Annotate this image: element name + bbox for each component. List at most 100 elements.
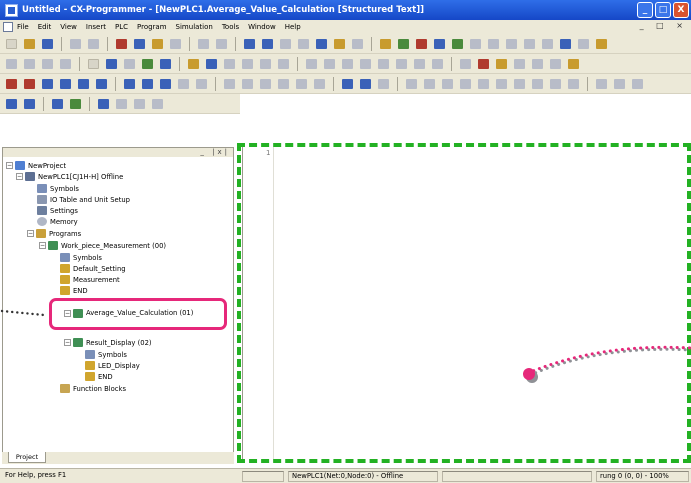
diagram-tool-icon[interactable] <box>530 77 545 91</box>
transfer-from-plc-icon[interactable] <box>468 37 483 51</box>
uncomment-icon[interactable] <box>68 97 83 111</box>
paste-icon[interactable] <box>150 37 165 51</box>
online-simulator-icon[interactable] <box>396 37 411 51</box>
cycle-time-icon[interactable] <box>548 57 563 71</box>
diagram-tool-icon[interactable] <box>422 77 437 91</box>
ladder-nc-contact-icon[interactable] <box>240 57 255 71</box>
nc-coil-icon[interactable] <box>358 57 373 71</box>
maximize-button[interactable]: □ <box>655 2 671 18</box>
line-connect-icon[interactable] <box>412 57 427 71</box>
tree-node-task-work-piece[interactable]: − Work_piece_Measurement (00) <box>39 240 166 251</box>
horizontal-line-icon[interactable] <box>322 57 337 71</box>
collapse-toggle[interactable]: − <box>64 339 71 346</box>
tree-node-programs[interactable]: − Programs <box>27 228 81 239</box>
tree-node-section-led-display[interactable]: LED_Display <box>85 360 140 371</box>
diagram-tool-icon[interactable] <box>158 77 173 91</box>
tree-node-function-blocks[interactable]: Function Blocks <box>60 383 126 394</box>
diagram-tool-icon[interactable] <box>4 77 19 91</box>
menu-program[interactable]: Program <box>137 23 167 31</box>
tree-node-project[interactable]: − NewProject <box>6 160 66 171</box>
next-bookmark-icon[interactable] <box>114 97 129 111</box>
ladder-or-icon[interactable] <box>258 57 273 71</box>
diagram-tool-icon[interactable] <box>176 77 191 91</box>
auto-online-icon[interactable] <box>414 37 429 51</box>
diagram-tool-icon[interactable] <box>476 77 491 91</box>
diagram-tool-icon[interactable] <box>594 77 609 91</box>
show-comments-icon[interactable] <box>104 57 119 71</box>
diagram-tool-icon[interactable] <box>440 77 455 91</box>
set-value-icon[interactable] <box>594 37 609 51</box>
time-chart-icon[interactable] <box>530 57 545 71</box>
debug-mode-icon[interactable] <box>522 37 537 51</box>
bit-icon[interactable] <box>430 57 445 71</box>
extra-tool-icon[interactable] <box>566 57 581 71</box>
transfer-to-plc-icon[interactable] <box>450 37 465 51</box>
data-trace-icon[interactable] <box>512 57 527 71</box>
print-preview-icon[interactable] <box>86 37 101 51</box>
ladder-or-nc-icon[interactable] <box>276 57 291 71</box>
ladder-contact-icon[interactable] <box>222 57 237 71</box>
diagram-tool-icon[interactable] <box>58 77 73 91</box>
menu-help[interactable]: Help <box>285 23 301 31</box>
cut-icon[interactable] <box>114 37 129 51</box>
collapse-toggle[interactable]: − <box>27 230 34 237</box>
help-icon[interactable] <box>332 37 347 51</box>
zoom-fit-icon[interactable] <box>58 57 73 71</box>
document-icon[interactable] <box>3 22 13 32</box>
app-icon[interactable] <box>5 3 18 17</box>
menu-file[interactable]: File <box>17 23 29 31</box>
minimize-button[interactable]: _ <box>637 2 653 18</box>
tree-node-memory[interactable]: Memory <box>37 216 78 227</box>
tree-node-section-default-setting[interactable]: Default_Setting <box>60 263 126 274</box>
tree-node-symbols[interactable]: Symbols <box>37 183 79 194</box>
copy-icon[interactable] <box>132 37 147 51</box>
diagram-tool-icon[interactable] <box>358 77 373 91</box>
open-icon[interactable] <box>22 37 37 51</box>
diagram-tool-icon[interactable] <box>40 77 55 91</box>
tree-node-section-measurement[interactable]: Measurement <box>60 274 120 285</box>
collapse-toggle[interactable]: − <box>6 162 13 169</box>
run-mode-icon[interactable] <box>558 37 573 51</box>
clear-bookmarks-icon[interactable] <box>150 97 165 111</box>
menu-edit[interactable]: Edit <box>38 23 52 31</box>
menu-tools[interactable]: Tools <box>222 23 239 31</box>
diagram-tool-icon[interactable] <box>258 77 273 91</box>
diagram-tool-icon[interactable] <box>612 77 627 91</box>
tree-node-io-table[interactable]: IO Table and Unit Setup <box>37 194 130 205</box>
watch-window-icon[interactable] <box>186 57 201 71</box>
diagram-tool-icon[interactable] <box>404 77 419 91</box>
menu-simulation[interactable]: Simulation <box>176 23 213 31</box>
address-reference-icon[interactable] <box>204 57 219 71</box>
diagram-tool-icon[interactable] <box>566 77 581 91</box>
compare-icon[interactable] <box>486 37 501 51</box>
diagram-tool-icon[interactable] <box>548 77 563 91</box>
diagram-tool-icon[interactable] <box>76 77 91 91</box>
redo-icon[interactable] <box>214 37 229 51</box>
menu-window[interactable]: Window <box>248 23 276 31</box>
workspace-window-controls[interactable]: _ |x| <box>200 148 230 156</box>
diagram-tool-icon[interactable] <box>194 77 209 91</box>
zoom-icon[interactable] <box>4 57 19 71</box>
diagram-tool-icon[interactable] <box>340 77 355 91</box>
undo-icon[interactable] <box>196 37 211 51</box>
bookmark-icon[interactable] <box>96 97 111 111</box>
delete-icon[interactable] <box>168 37 183 51</box>
tree-node-settings[interactable]: Settings <box>37 205 78 216</box>
program-check-icon[interactable] <box>458 57 473 71</box>
force-icon[interactable] <box>576 37 591 51</box>
diagram-tool-icon[interactable] <box>458 77 473 91</box>
close-button[interactable]: X <box>673 2 689 18</box>
tree-node-plc[interactable]: − NewPLC1[CJ1H-H] Offline <box>16 171 123 182</box>
diagram-tool-icon[interactable] <box>240 77 255 91</box>
tab-project[interactable]: Project <box>8 452 46 463</box>
diagram-tool-icon[interactable] <box>276 77 291 91</box>
diagram-tool-icon[interactable] <box>312 77 327 91</box>
function-block-call-icon[interactable] <box>394 57 409 71</box>
instruction-icon[interactable] <box>376 57 391 71</box>
diagram-tool-icon[interactable] <box>376 77 391 91</box>
project-workspace-icon[interactable] <box>140 57 155 71</box>
diagram-tool-icon[interactable] <box>122 77 137 91</box>
diagram-tool-icon[interactable] <box>22 77 37 91</box>
diagram-tool-icon[interactable] <box>94 77 109 91</box>
indent-icon[interactable] <box>4 97 19 111</box>
